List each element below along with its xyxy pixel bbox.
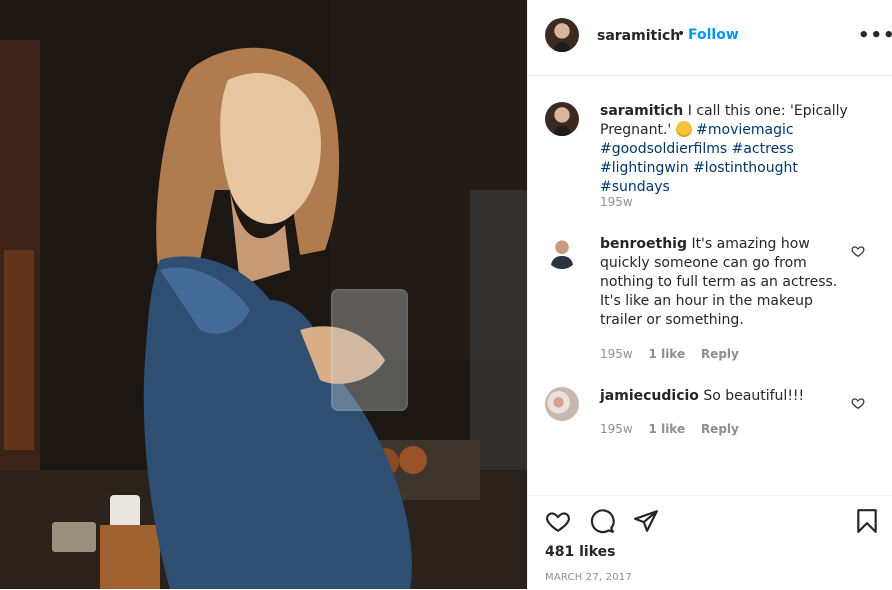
bookmark-icon[interactable] — [854, 508, 880, 534]
commenter-avatar-benroethig[interactable] — [545, 235, 579, 269]
heart-outline-icon[interactable] — [851, 396, 865, 410]
hashtag-sundays[interactable]: #sundays — [600, 179, 670, 195]
comment-age[interactable]: 195w — [600, 422, 633, 436]
comment-age[interactable]: 195w — [600, 347, 633, 361]
comment-benroethig: benroethig It's amazing how quickly some… — [600, 235, 850, 330]
post-actions: 481 likes MARCH 27, 2017 — [528, 495, 892, 590]
heart-icon[interactable] — [545, 508, 571, 534]
comment-likes[interactable]: 1 like — [649, 422, 686, 436]
caption-meta: 195w — [600, 195, 645, 209]
follow-button[interactable]: Follow — [688, 27, 739, 43]
comment-meta-benroethig: 195w 1 like Reply — [600, 347, 751, 361]
post-photo[interactable] — [0, 0, 527, 589]
hashtag-actress[interactable]: #actress — [732, 141, 794, 157]
hashtag-moviemagic[interactable]: #moviemagic — [696, 122, 793, 138]
caption-username[interactable]: saramitich — [600, 103, 683, 119]
caption-avatar[interactable] — [545, 102, 579, 136]
hashtag-lightingwin[interactable]: #lightingwin — [600, 160, 689, 176]
comment-username[interactable]: benroethig — [600, 236, 687, 252]
commenter-avatar-jamiecudicio[interactable] — [545, 387, 579, 421]
post-header: saramitich • Follow ••• — [528, 0, 892, 76]
caption-age[interactable]: 195w — [600, 195, 633, 209]
photo-illustration — [0, 0, 527, 589]
caption: saramitich I call this one: 'Epically Pr… — [600, 102, 862, 197]
post-side-panel: saramitich • Follow ••• saramitich I cal… — [527, 0, 892, 589]
reply-button[interactable]: Reply — [701, 422, 739, 436]
comment-text: So beautiful!!! — [703, 388, 805, 404]
header-separator: • — [677, 26, 686, 42]
comment-meta-jamiecudicio: 195w 1 like Reply — [600, 422, 751, 436]
hashtag-lostinthought[interactable]: #lostinthought — [693, 160, 798, 176]
hashtag-goodsoldierfilms[interactable]: #goodsoldierfilms — [600, 141, 727, 157]
heart-outline-icon[interactable] — [851, 244, 865, 258]
owner-username[interactable]: saramitich — [597, 28, 680, 44]
paper-plane-icon[interactable] — [633, 508, 659, 534]
winking-face-icon — [675, 121, 692, 137]
comment-icon[interactable] — [589, 508, 615, 534]
likes-count[interactable]: 481 likes — [545, 544, 615, 560]
more-options-icon[interactable]: ••• — [858, 25, 892, 46]
reply-button[interactable]: Reply — [701, 347, 739, 361]
owner-avatar[interactable] — [545, 18, 579, 52]
comment-jamiecudicio: jamiecudicio So beautiful!!! — [600, 387, 862, 406]
comment-likes[interactable]: 1 like — [649, 347, 686, 361]
post-date[interactable]: MARCH 27, 2017 — [545, 572, 632, 583]
comment-username[interactable]: jamiecudicio — [600, 388, 699, 404]
